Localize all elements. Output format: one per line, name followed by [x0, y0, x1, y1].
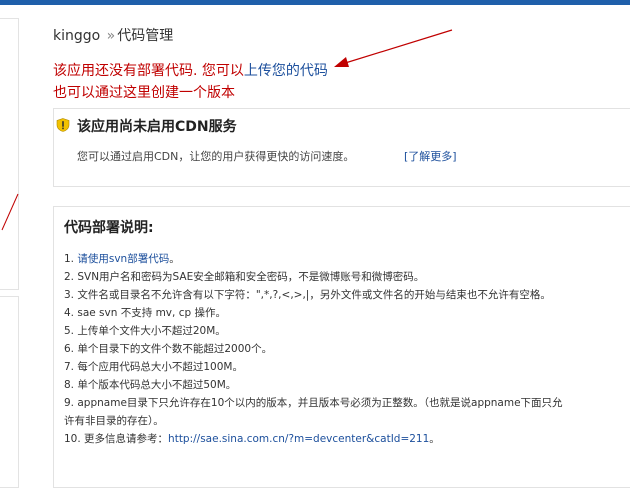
devcenter-link[interactable]: http://sae.sina.com.cn/?m=devcenter&catI…	[168, 433, 429, 445]
item-number: 1.	[64, 253, 78, 265]
breadcrumb-separator: »	[106, 28, 116, 44]
left-sidebar-panel	[0, 18, 19, 290]
cdn-description: 您可以通过启用CDN，让您的用户获得更快的访问速度。	[77, 150, 355, 163]
breadcrumb: kinggo » 代码管理	[53, 25, 173, 45]
cdn-learn-more-link[interactable]: [了解更多]	[404, 148, 457, 164]
list-item: 4. sae svn 不支持 mv, cp 操作。	[64, 307, 226, 319]
left-sidebar-panel-lower	[0, 296, 19, 488]
list-item: 9. appname目录下只允许存在10个以内的版本，并且版本号必须为正整数。（…	[64, 397, 563, 409]
annotation-line-2: 也可以通过这里创建一个版本	[53, 85, 235, 101]
item-text: 10. 更多信息请参考：	[64, 433, 169, 445]
annotation-line-1: 该应用还没有部署代码. 您可以上传您的代码	[53, 60, 328, 80]
list-item: 8. 单个版本代码总大小不超过50M。	[64, 379, 237, 391]
list-item: 10. 更多信息请参考：http://sae.sina.com.cn/?m=de…	[64, 430, 563, 448]
item-end: 。	[429, 433, 440, 445]
list-item: 5. 上传单个文件大小不超过20M。	[64, 325, 226, 337]
annotation-text: 该应用还没有部署代码. 您可以	[53, 63, 244, 79]
list-item: 2. SVN用户名和密码为SAE安全邮箱和安全密码，不是微博账号和微博密码。	[64, 271, 425, 283]
list-item: 7. 每个应用代码总大小不超过100M。	[64, 361, 243, 373]
top-bar	[0, 0, 630, 5]
item-end: 。	[169, 253, 180, 265]
list-item: 6. 单个目录下的文件个数不能超过2000个。	[64, 343, 273, 355]
cdn-title: 该应用尚未启用CDN服务	[77, 119, 237, 135]
breadcrumb-app[interactable]: kinggo	[53, 28, 100, 44]
annotation-stroke	[1, 193, 19, 231]
upload-code-link[interactable]: 上传您的代码	[244, 63, 328, 79]
list-item-continuation: 许有非目录的存在）。	[64, 415, 164, 427]
warning-shield-icon	[56, 118, 70, 132]
deploy-title: 代码部署说明:	[64, 220, 154, 236]
deploy-instructions-list: 1. 请使用svn部署代码。 2. SVN用户名和密码为SAE安全邮箱和安全密码…	[64, 250, 563, 448]
annotation-arrow	[334, 29, 453, 67]
svn-deploy-link[interactable]: 请使用svn部署代码	[77, 253, 169, 265]
list-item: 1. 请使用svn部署代码。	[64, 250, 563, 268]
list-item: 3. 文件名或目录名不允许含有以下字符：",*,?,<,>,|，另外文件或文件名…	[64, 289, 551, 301]
breadcrumb-page: 代码管理	[117, 28, 174, 44]
